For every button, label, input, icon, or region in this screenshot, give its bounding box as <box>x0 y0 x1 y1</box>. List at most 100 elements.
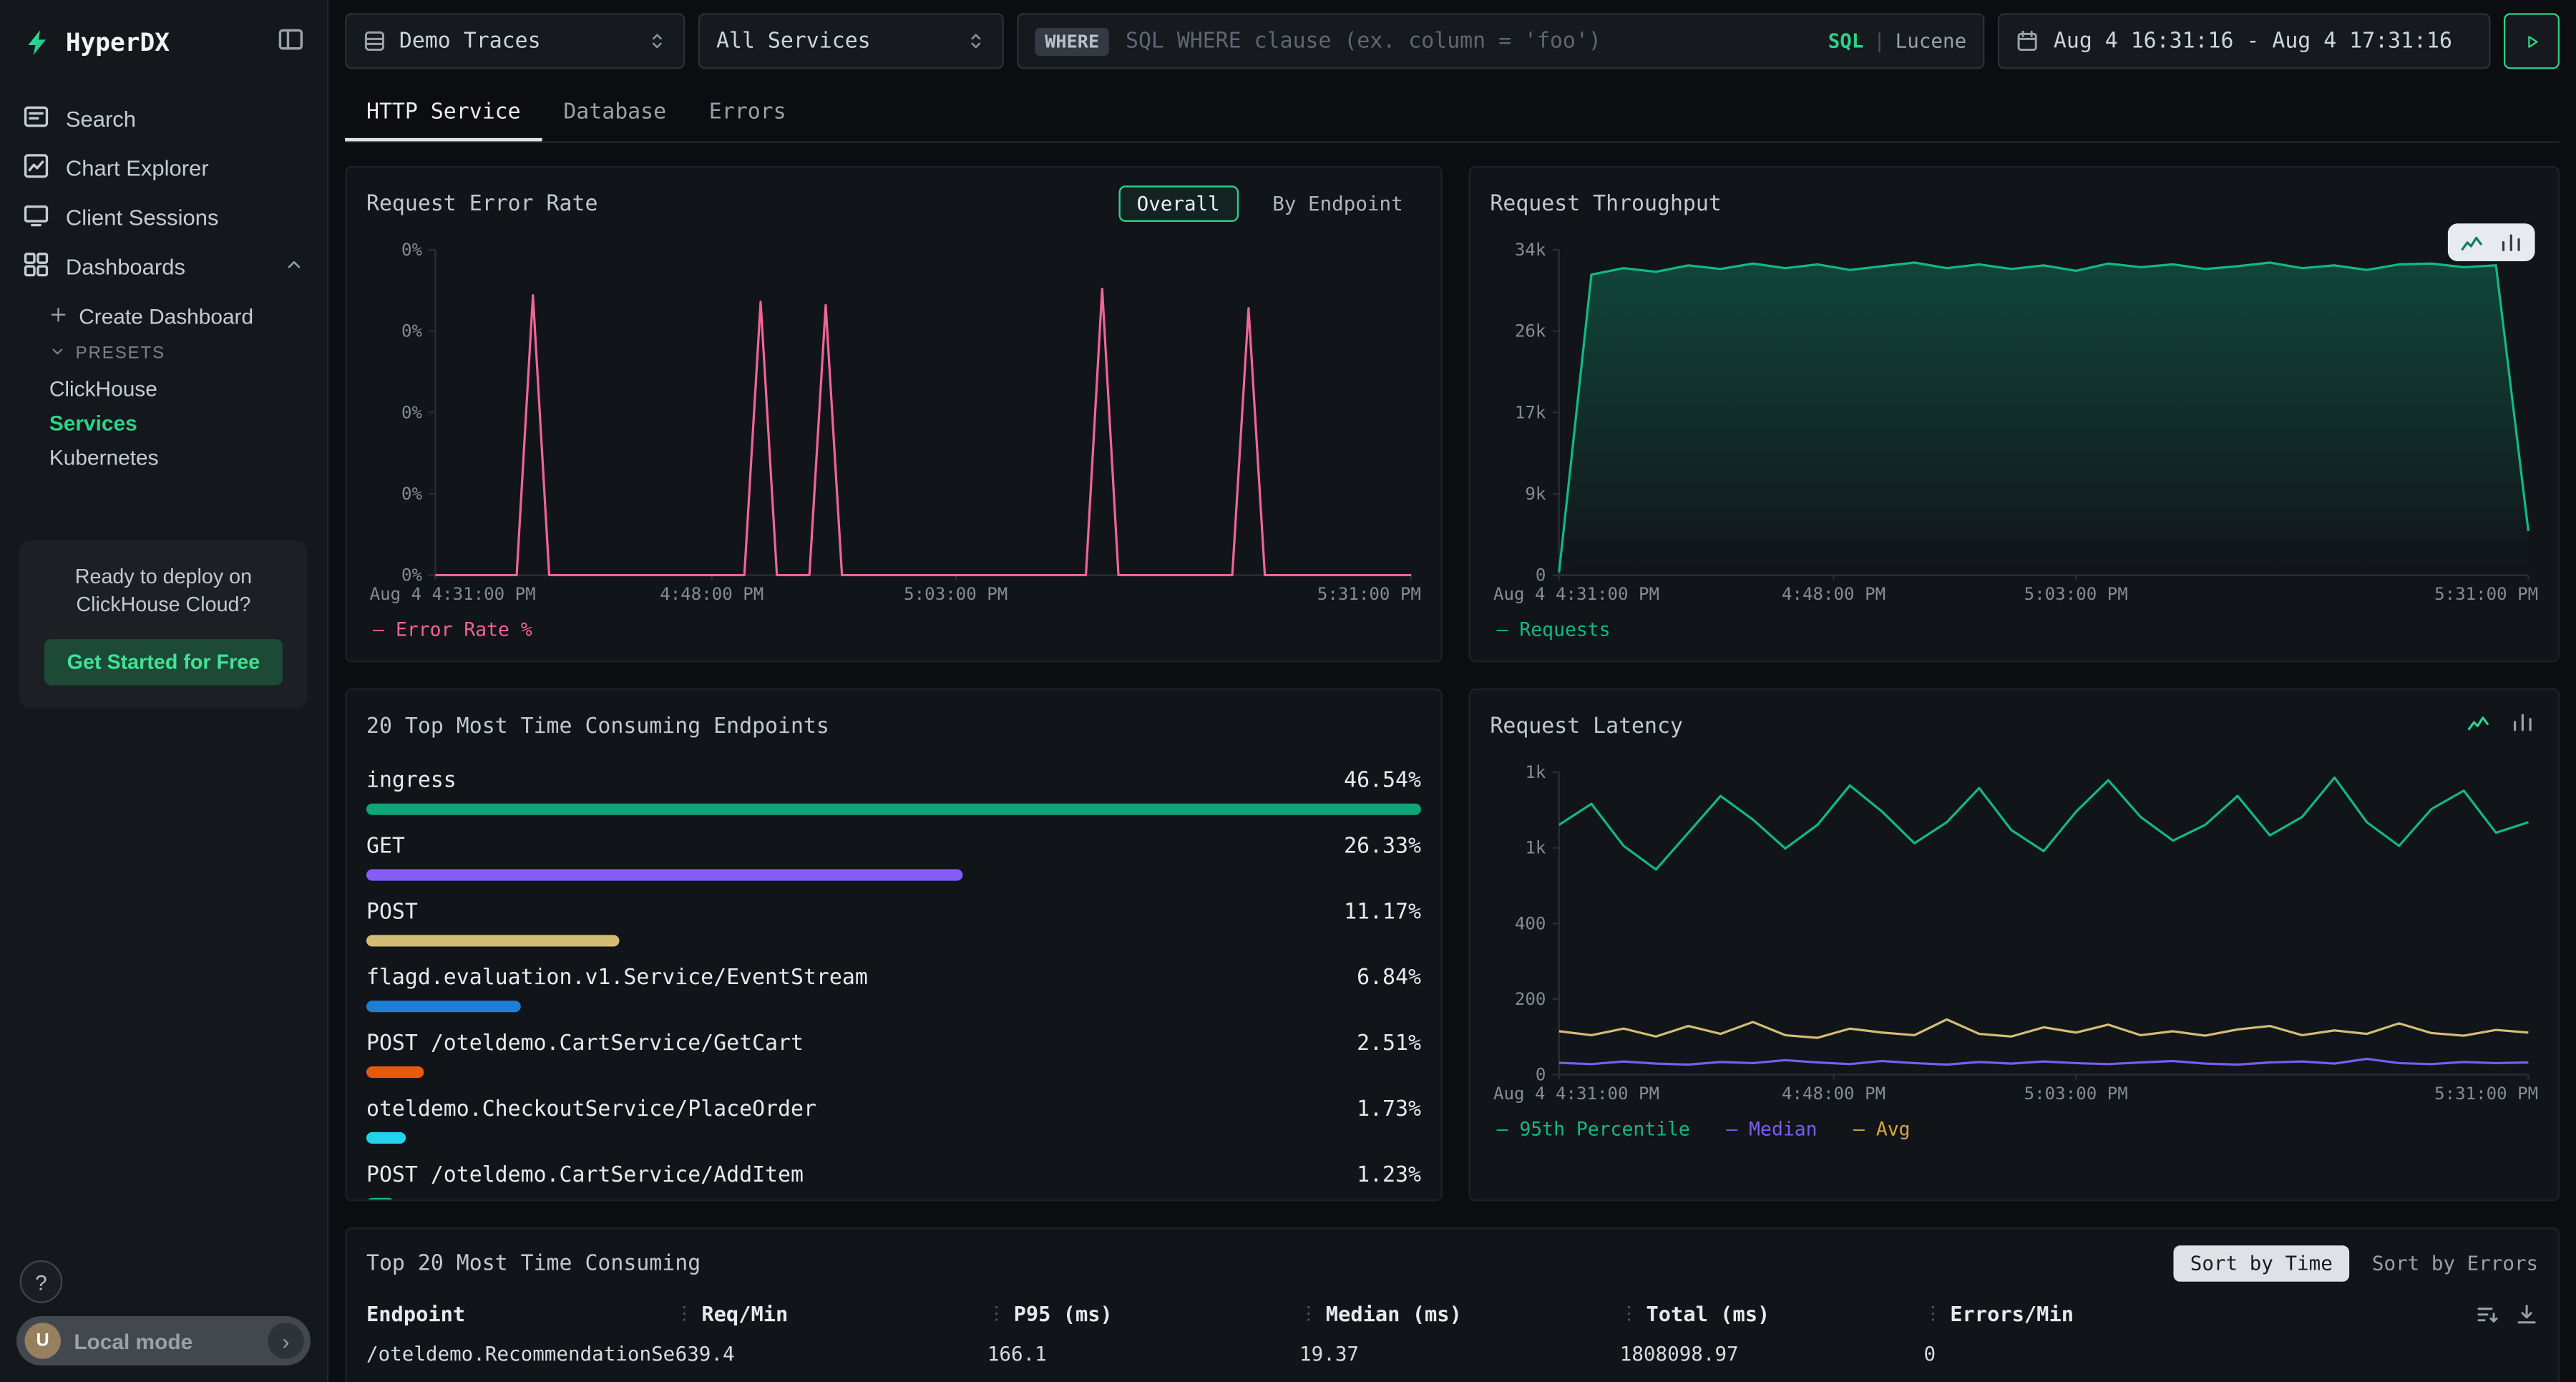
sidebar-item-search[interactable]: Search <box>0 94 327 143</box>
endpoint-bar <box>366 870 963 881</box>
download-icon[interactable] <box>2515 1303 2538 1326</box>
promo-text-line1: Ready to deploy on <box>36 563 291 591</box>
endpoint-bar <box>366 935 620 946</box>
column-label: Errors/Min <box>1950 1301 2074 1325</box>
chart-line-icon[interactable] <box>2459 230 2484 254</box>
svg-text:0%: 0% <box>401 484 423 504</box>
top-endpoints-panel: 20 Top Most Time Consuming Endpoints ing… <box>345 688 1443 1201</box>
endpoint-pct: 26.33% <box>1344 834 1421 859</box>
tab-http-service[interactable]: HTTP Service <box>345 89 542 141</box>
avatar: U <box>24 1323 61 1359</box>
endpoint-bar <box>366 804 1421 815</box>
column-filter-icon[interactable] <box>2476 1303 2499 1326</box>
overall-toggle-button[interactable]: Overall <box>1118 185 1238 222</box>
chart-bar-icon[interactable] <box>2499 230 2523 254</box>
service-select-value: All Services <box>716 29 953 53</box>
svg-text:Aug 4 4:31:00 PM: Aug 4 4:31:00 PM <box>1493 1084 1659 1104</box>
presets-toggle[interactable]: PRESETS <box>49 335 327 371</box>
lucene-mode-label[interactable]: Lucene <box>1896 29 1967 52</box>
main-area: Demo Traces All Services WHERE SQL | Luc… <box>328 0 2576 1382</box>
source-select[interactable]: Demo Traces <box>345 13 685 69</box>
where-search-box[interactable]: WHERE SQL | Lucene <box>1017 13 1984 69</box>
sort-by-errors-button[interactable]: Sort by Errors <box>2372 1252 2538 1275</box>
latency-chart[interactable]: 1k1k4002000Aug 4 4:31:00 PM4:48:00 PM5:0… <box>1490 759 2541 1108</box>
panel-title: Request Latency <box>1490 714 2538 739</box>
endpoint-row[interactable]: oteldemo.CheckoutService/PlaceOrder 1.73% <box>366 1098 1421 1144</box>
by-endpoint-toggle-button[interactable]: By Endpoint <box>1254 185 1421 222</box>
legend-median[interactable]: Median <box>1726 1117 1817 1140</box>
help-button[interactable]: ? <box>20 1260 63 1303</box>
collapse-sidebar-button[interactable] <box>278 26 304 58</box>
service-select[interactable]: All Services <box>698 13 1004 69</box>
svg-text:5:03:00 PM: 5:03:00 PM <box>2024 584 2128 604</box>
column-header-median[interactable]: ⋮Median (ms) <box>1299 1301 1620 1325</box>
grip-dots-icon: ⋮ <box>1620 1303 1638 1325</box>
endpoint-bar <box>366 1198 394 1202</box>
endpoint-pct: 6.84% <box>1357 966 1421 991</box>
table-row[interactable]: /oteldemo.RecommendationServ 639.4 166.1… <box>366 1343 2538 1366</box>
legend-error-rate[interactable]: Error Rate % <box>373 618 532 641</box>
latency-chart-tools <box>2466 710 2534 734</box>
legend-avg[interactable]: Avg <box>1853 1117 1911 1140</box>
endpoint-pct: 1.73% <box>1357 1098 1421 1122</box>
svg-text:4:48:00 PM: 4:48:00 PM <box>660 584 763 604</box>
sidebar-item-label: Search <box>66 106 136 130</box>
preset-item-services[interactable]: Services <box>49 406 327 440</box>
column-header-endpoint[interactable]: Endpoint <box>366 1301 675 1325</box>
tab-errors[interactable]: Errors <box>688 89 808 141</box>
endpoint-row[interactable]: ingress46.54% <box>366 769 1421 814</box>
run-query-button[interactable] <box>2504 13 2560 69</box>
chevrons-updown-icon <box>966 31 986 52</box>
error-rate-toggle: Overall By Endpoint <box>1118 185 1421 222</box>
panel-title: Top 20 Most Time Consuming <box>366 1251 2174 1275</box>
endpoint-bar-list: ingress46.54% GET26.33% POST11.17% <box>366 769 1421 1201</box>
column-header-req-min[interactable]: ⋮Req/Min <box>675 1301 987 1325</box>
column-header-errors-min[interactable]: ⋮Errors/Min <box>1923 1301 2538 1325</box>
column-header-p95[interactable]: ⋮P95 (ms) <box>987 1301 1299 1325</box>
endpoint-label: oteldemo.CheckoutService/PlaceOrder <box>366 1098 816 1122</box>
create-dashboard-button[interactable]: Create Dashboard <box>49 298 327 336</box>
panel-title: Request Error Rate <box>366 191 1118 215</box>
sidebar-item-chart-explorer[interactable]: Chart Explorer <box>0 143 327 193</box>
client-sessions-icon <box>23 201 49 233</box>
chart-bar-icon[interactable] <box>2510 710 2534 734</box>
user-menu[interactable]: U Local mode › <box>16 1316 311 1366</box>
preset-item-kubernetes[interactable]: Kubernetes <box>49 440 327 475</box>
svg-text:0%: 0% <box>401 321 423 341</box>
dashboards-submenu: Create Dashboard PRESETS ClickHouse Serv… <box>0 298 327 475</box>
time-range-picker[interactable]: Aug 4 16:31:16 - Aug 4 17:31:16 <box>1998 13 2491 69</box>
chevron-right-icon: › <box>268 1323 304 1359</box>
legend-95th-percentile[interactable]: 95th Percentile <box>1497 1117 1690 1140</box>
get-started-button[interactable]: Get Started for Free <box>44 639 283 685</box>
endpoint-row[interactable]: flagd.evaluation.v1.Service/EventStream6… <box>366 966 1421 1012</box>
error-rate-chart[interactable]: 0%0%0%0%0%Aug 4 4:31:00 PM4:48:00 PM5:03… <box>366 237 1425 608</box>
tab-database[interactable]: Database <box>542 89 687 141</box>
chart-line-icon[interactable] <box>2466 710 2490 734</box>
endpoint-row[interactable]: GET26.33% <box>366 834 1421 880</box>
sidebar: HyperDX Search Chart Explorer Client Ses… <box>0 0 328 1382</box>
endpoint-row[interactable]: POST /oteldemo.CartService/AddItem1.23% <box>366 1163 1421 1201</box>
svg-text:Aug 4 4:31:00 PM: Aug 4 4:31:00 PM <box>1493 584 1659 604</box>
search-input[interactable] <box>1122 27 1815 55</box>
app-title: HyperDX <box>66 27 265 57</box>
svg-text:0%: 0% <box>401 402 423 422</box>
sidebar-nav: Search Chart Explorer Client Sessions Da… <box>0 94 327 475</box>
app-window: HyperDX Search Chart Explorer Client Ses… <box>0 0 2576 1382</box>
endpoint-row[interactable]: POST /oteldemo.CartService/GetCart2.51% <box>366 1032 1421 1078</box>
sort-by-time-button[interactable]: Sort by Time <box>2174 1245 2349 1282</box>
endpoint-label: ingress <box>366 769 457 793</box>
request-throughput-panel: Request Throughput 34k26k17k9k0Aug 4 4:3… <box>1469 166 2560 662</box>
throughput-chart[interactable]: 34k26k17k9k0Aug 4 4:31:00 PM4:48:00 PM5:… <box>1490 237 2541 608</box>
column-header-total[interactable]: ⋮Total (ms) <box>1620 1301 1924 1325</box>
query-language-switch[interactable]: SQL | Lucene <box>1828 29 1967 52</box>
legend-requests[interactable]: Requests <box>1497 618 1611 641</box>
sidebar-item-client-sessions[interactable]: Client Sessions <box>0 193 327 242</box>
endpoint-row[interactable]: POST11.17% <box>366 900 1421 946</box>
sidebar-item-dashboards[interactable]: Dashboards <box>0 241 327 291</box>
hyperdx-logo-icon <box>23 27 52 57</box>
sql-mode-label[interactable]: SQL <box>1828 29 1864 52</box>
presets-label: PRESETS <box>76 344 165 364</box>
preset-item-clickhouse[interactable]: ClickHouse <box>49 371 327 406</box>
svg-text:4:48:00 PM: 4:48:00 PM <box>1782 1084 1885 1104</box>
top-time-consuming-table-panel: Top 20 Most Time Consuming Sort by Time … <box>345 1227 2560 1382</box>
